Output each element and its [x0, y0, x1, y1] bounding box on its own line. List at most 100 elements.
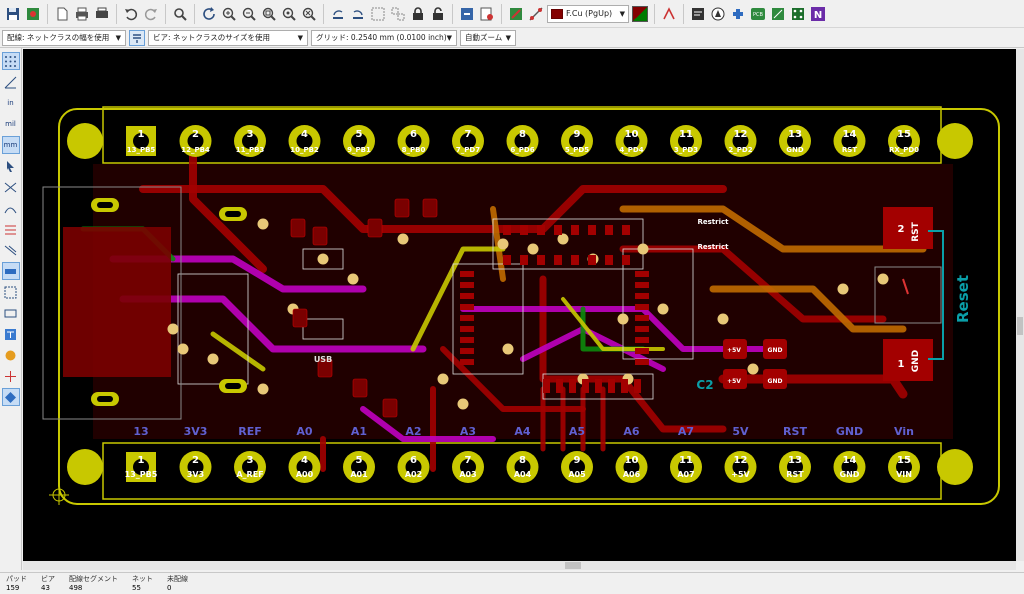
group-icon[interactable] [369, 4, 387, 24]
pad-net-label: A03 [459, 470, 476, 479]
smd-pad [635, 359, 649, 365]
horizontal-scrollbar[interactable] [23, 561, 1016, 570]
board-stats-icon[interactable] [769, 4, 787, 24]
print-icon[interactable] [73, 4, 91, 24]
zoom-fit-icon[interactable] [260, 4, 278, 24]
via [497, 238, 509, 250]
unit-inch-button[interactable]: in [2, 94, 20, 112]
flip-board-icon[interactable] [2, 367, 20, 385]
track-width-dropdown[interactable]: 配線: ネットクラスの幅を使用 ▼ [2, 29, 126, 46]
save-icon[interactable] [4, 4, 22, 24]
scroll-thumb[interactable] [1017, 317, 1023, 335]
smd-pad [569, 379, 576, 393]
smd-capacitor-pad [394, 198, 410, 218]
usb-slot [97, 202, 113, 208]
layer-pair-icon[interactable] [631, 4, 649, 24]
smd-pad [588, 225, 596, 235]
text-outline-icon[interactable] [2, 325, 20, 343]
via-size-dropdown[interactable]: ビア: ネットクラスのサイズを使用 ▼ [148, 29, 308, 46]
reset-pad-net: RST [911, 221, 921, 241]
via [657, 303, 669, 315]
update-pcb-icon[interactable] [458, 4, 476, 24]
redo-icon[interactable] [142, 4, 160, 24]
via [877, 273, 889, 285]
smd-pad [635, 315, 649, 321]
zoom-objects-icon[interactable] [280, 4, 298, 24]
pad-number: 2 [192, 129, 199, 140]
grid-dropdown[interactable]: グリッド: 0.2540 mm (0.0100 inch) ▼ [311, 29, 457, 46]
smd-capacitor-pad [382, 398, 398, 418]
status-nets-label: ネット [132, 574, 153, 583]
pad-number: 5 [356, 129, 363, 140]
zoom-dropdown[interactable]: 自動ズーム ▼ [460, 29, 516, 46]
smd-pad [503, 225, 511, 235]
drc-icon[interactable] [478, 4, 496, 24]
via-display-icon[interactable] [2, 283, 20, 301]
via [347, 273, 359, 285]
pad-net-label: +5V [727, 378, 741, 385]
status-vias-label: ビア [41, 574, 55, 583]
zoom-out-icon[interactable] [240, 4, 258, 24]
curved-ratsnest-icon[interactable] [2, 199, 20, 217]
plot-icon[interactable] [93, 4, 111, 24]
zoom-selection-icon[interactable] [300, 4, 318, 24]
compass-icon[interactable] [709, 4, 727, 24]
ungroup-icon[interactable] [389, 4, 407, 24]
unlock-icon[interactable] [429, 4, 447, 24]
smd-pad [520, 255, 528, 265]
reset-silkscreen-label: Reset [954, 275, 972, 323]
undo-icon[interactable] [122, 4, 140, 24]
via [717, 313, 729, 325]
pad-net-label: RST [842, 146, 857, 154]
pad-net-label: 3_PD3 [674, 146, 698, 154]
pad-display-icon[interactable] [2, 241, 20, 259]
highlight-net-icon[interactable] [660, 4, 678, 24]
appearance-panel-icon[interactable] [1, 388, 20, 406]
new-page-icon[interactable] [53, 4, 71, 24]
rotate-ccw-icon[interactable] [329, 4, 347, 24]
smd-pad [460, 337, 474, 343]
track-display-icon[interactable] [1, 262, 20, 280]
vertical-scrollbar[interactable] [1016, 49, 1024, 561]
grid-toggle-icon[interactable] [1, 52, 20, 70]
unit-mm-button[interactable]: mm [1, 136, 20, 154]
status-vias: ビア 43 [41, 573, 55, 594]
unit-mil-button[interactable]: mil [2, 115, 20, 133]
pad-net-label: A06 [623, 470, 641, 479]
smd-pad [571, 255, 579, 265]
cursor-icon[interactable] [2, 157, 20, 175]
auto-width-icon[interactable] [129, 29, 145, 46]
pcb-canvas[interactable]: 1 2 3 4 5 6 7 8 9 10 11 12 13 14 15 1 2 3 4 5 6 7 8 9 10 11 12 13 14… [23, 49, 1016, 561]
refresh-icon[interactable] [200, 4, 218, 24]
plugin-n-icon[interactable]: N [809, 4, 827, 24]
smd-pad [588, 255, 596, 265]
pad-net-label: +5V [727, 347, 741, 354]
main-toolbar: F.Cu (PgUp) ▼ PCB N [0, 0, 1024, 28]
footprint-icon[interactable] [789, 4, 807, 24]
find-icon[interactable] [171, 4, 189, 24]
pad-net-label: A_REF [236, 470, 263, 479]
scroll-thumb[interactable] [565, 562, 581, 569]
smd-pad [635, 282, 649, 288]
zone-display-icon[interactable] [2, 220, 20, 238]
zoom-in-icon[interactable] [220, 4, 238, 24]
smd-pad [460, 359, 474, 365]
high-contrast-icon[interactable] [2, 346, 20, 364]
polar-coords-icon[interactable] [2, 73, 20, 91]
graphics-outline-icon[interactable] [2, 304, 20, 322]
plugin-icon[interactable] [729, 4, 747, 24]
pcbway-icon[interactable]: PCB [749, 4, 767, 24]
board-setup-icon[interactable] [24, 4, 42, 24]
layer-select-dropdown[interactable]: F.Cu (PgUp) ▼ [547, 4, 629, 23]
smd-pad [460, 293, 474, 299]
scripting-icon[interactable] [507, 4, 525, 24]
lock-icon[interactable] [409, 4, 427, 24]
ratsnest-toggle-icon[interactable] [2, 178, 20, 196]
silkscreen-label: A2 [405, 425, 421, 438]
smd-pad [571, 225, 579, 235]
mounting-hole [937, 449, 973, 485]
smd-pad [460, 326, 474, 332]
netlist-icon[interactable] [689, 4, 707, 24]
flip-icon[interactable] [349, 4, 367, 24]
ratsnest-icon[interactable] [527, 4, 545, 24]
